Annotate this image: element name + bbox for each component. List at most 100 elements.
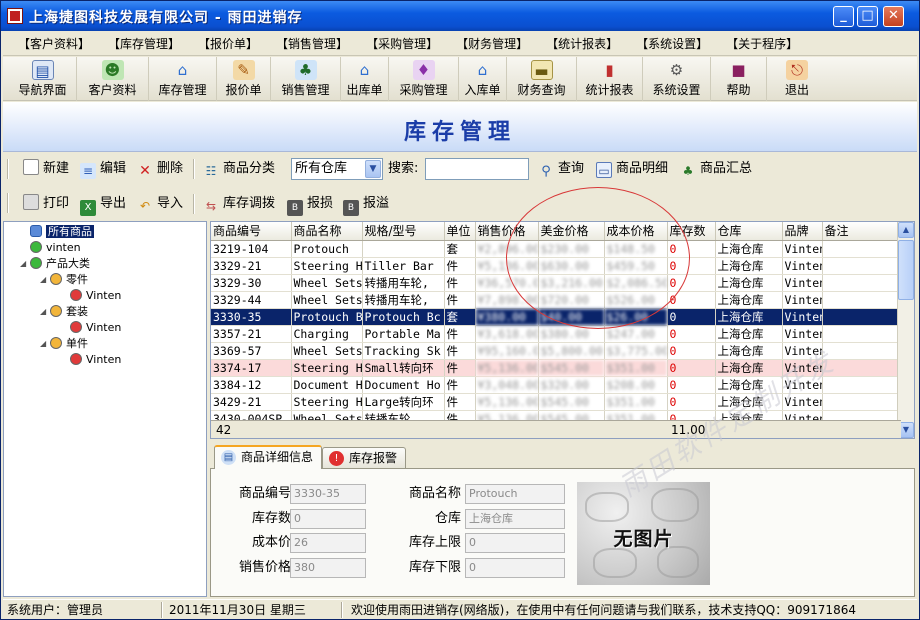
toolbar-finance-button[interactable]: ▬ 财务查询 [507,57,577,101]
menu-sales[interactable]: 【销售管理】 [273,32,351,56]
exit-icon: ⎋ [786,60,808,80]
vertical-scrollbar[interactable]: ▲ ▼ [897,222,914,438]
toolbar-inventory-button[interactable]: ⌂ 库存管理 [149,57,217,101]
column-header[interactable]: 备注 [822,222,902,241]
column-header[interactable]: 仓库 [715,222,783,241]
menu-customers[interactable]: 【客户资料】 [15,32,93,56]
upper-limit-field[interactable]: 0 [465,533,565,553]
query-button[interactable]: ⚲ 查询 [538,158,584,180]
menu-reports[interactable]: 【统计报表】 [543,32,621,56]
delete-button[interactable]: ✕ 删除 [137,158,183,180]
collapse-icon[interactable]: ◢ [40,336,46,352]
import-button[interactable]: ↶ 导入 [137,193,183,215]
column-header[interactable]: 美金价格 [538,222,605,241]
menu-about[interactable]: 【关于程序】 [723,32,801,56]
column-header[interactable]: 规格/型号 [362,222,445,241]
column-header[interactable]: 库存数 [667,222,716,241]
table-row[interactable]: 3357-21 Charging Portable Ma 件 ¥3,618.00 $380… [211,325,902,343]
name-field[interactable]: Protouch [465,484,565,504]
close-button[interactable]: ✕ [883,6,904,27]
edit-button[interactable]: ≡ 编辑 [80,158,126,180]
column-header[interactable]: 单位 [444,222,476,241]
tree-node-category[interactable]: ◢ 产品大类 [20,256,90,272]
tree-node-parts-vinten[interactable]: Vinten [70,288,121,304]
export-button[interactable]: X 导出 [80,193,126,216]
scroll-up-icon[interactable]: ▲ [898,222,914,238]
menu-purchase[interactable]: 【采购管理】 [363,32,441,56]
lower-limit-field[interactable]: 0 [465,558,565,578]
tree-node-sets[interactable]: ◢ 套装 [40,304,88,320]
print-button[interactable]: 打印 [23,193,69,215]
menu-settings[interactable]: 【系统设置】 [633,32,711,56]
customers-icon: ☻ [101,60,124,80]
table-row[interactable]: 3329-44 Wheel Sets 转播用车轮, 件 ¥7,898.00 $720.00… [211,291,902,309]
tree-node-single-vinten[interactable]: Vinten [70,352,121,368]
table-row[interactable]: 3219-104 Protouch 套 ¥2,896.00 $230.00 $148.50… [211,240,902,258]
table-row[interactable]: 3330-35Protouch BcProtouch Bc套¥380.00$40… [211,308,902,326]
purchase-icon: ♦ [412,60,435,80]
toolbar-outbound-button[interactable]: ⌂ 出库单 [341,57,389,101]
table-row[interactable]: 3369-57Wheel SetsTracking Sk件¥95,160.00$… [211,342,902,360]
collapse-icon[interactable]: ◢ [20,256,26,272]
toolbar-help-button[interactable]: ■ 帮助 [711,57,767,101]
inventory-grid[interactable]: 商品编号 商品名称 规格/型号 单位 销售价格 美金价格 成本价格 库存数 仓库 品牌 备注 321… [210,221,915,439]
menu-finance[interactable]: 【财务管理】 [453,32,531,56]
toolbar-report-button[interactable]: ▮ 统计报表 [577,57,643,101]
category-button[interactable]: ☷ 商品分类 [203,158,275,180]
toolbar-quotation-button[interactable]: ✎ 报价单 [217,57,271,101]
report-loss-button[interactable]: B 报损 [287,193,333,216]
table-cell: $3,775.00 [604,342,668,360]
column-header[interactable]: 品牌 [782,222,823,241]
cost-field[interactable]: 26 [290,533,366,553]
column-header[interactable]: 商品编号 [211,222,292,241]
warehouse-select[interactable]: 所有仓库 ▼ [291,158,383,180]
toolbar-inbound-button[interactable]: ⌂ 入库单 [459,57,507,101]
report-overflow-button[interactable]: B 报溢 [343,193,389,216]
sales-icon: ♣ [294,60,317,80]
menu-inventory[interactable]: 【库存管理】 [105,32,183,56]
toolbar-sales-button[interactable]: ♣ 销售管理 [271,57,341,101]
column-header[interactable]: 销售价格 [475,222,539,241]
column-header[interactable]: 成本价格 [604,222,668,241]
table-row[interactable]: 3429-21Steering HaLarge转向环件¥5,136.00$545… [211,393,902,411]
menu-quotation[interactable]: 【报价单】 [195,32,261,56]
table-cell: ¥5,136.00 [475,359,539,377]
page-header: 库存管理 [3,102,917,152]
tab-stock-alert[interactable]: ! 库存报警 [322,447,407,469]
product-summary-button[interactable]: ♣ 商品汇总 [680,158,752,180]
table-row[interactable]: 3374-17Steering HaSmall转向环件¥5,136.00$545… [211,359,902,377]
collapse-icon[interactable]: ◢ [40,272,46,288]
toolbar-settings-button[interactable]: ⚙ 系统设置 [643,57,711,101]
toolbar-purchase-button[interactable]: ♦ 采购管理 [389,57,459,101]
tree-node-single[interactable]: ◢ 单件 [40,336,88,352]
stock-field[interactable]: 0 [290,509,366,529]
category-tree[interactable]: 所有商品 vinten ◢ 产品大类 ◢ 零件 Vinten ◢ 套装 Vinten … [3,221,207,597]
collapse-icon[interactable]: ◢ [40,304,46,320]
stock-transfer-button[interactable]: ⇆ 库存调拨 [203,193,275,215]
tree-node-vinten[interactable]: vinten [30,240,81,256]
toolbar-navigation-button[interactable]: ▤ 导航界面 [9,57,77,101]
table-cell: $40.00 [538,308,605,326]
tree-node-all-products[interactable]: 所有商品 [30,224,94,240]
window-title: 上海捷图科技发展有限公司 - 雨田进销存 [29,10,303,26]
table-row[interactable]: 3329-21Steering HaTiller Bar件¥5,136.00$6… [211,257,902,275]
tree-node-sets-vinten[interactable]: Vinten [70,320,121,336]
table-row[interactable]: 3329-30Wheel Sets转播用车轮,件¥36,570.00$3,216… [211,274,902,292]
warehouse-field[interactable]: 上海仓库 [465,509,565,529]
minimize-button[interactable]: _ [833,6,854,27]
toolbar-customers-button[interactable]: ☻ 客户资料 [77,57,149,101]
new-button[interactable]: 新建 [23,158,69,180]
maximize-button[interactable]: □ [857,6,878,27]
tab-product-detail[interactable]: ▤ 商品详细信息 [214,445,323,469]
table-cell: $545.00 [538,393,605,411]
toolbar-exit-button[interactable]: ⎋ 退出 [767,57,827,101]
search-input[interactable] [425,158,529,180]
product-detail-button[interactable]: ▭ 商品明细 [596,158,668,180]
code-field[interactable]: 3330-35 [290,484,366,504]
title-bar[interactable]: 上海捷图科技发展有限公司 - 雨田进销存 _ □ ✕ [1,1,919,31]
price-field[interactable]: 380 [290,558,366,578]
scroll-thumb[interactable] [898,240,914,300]
column-header[interactable]: 商品名称 [291,222,363,241]
table-row[interactable]: 3384-12Document HoDocument Ho件¥3,048.00$… [211,376,902,394]
tree-node-parts[interactable]: ◢ 零件 [40,272,88,288]
